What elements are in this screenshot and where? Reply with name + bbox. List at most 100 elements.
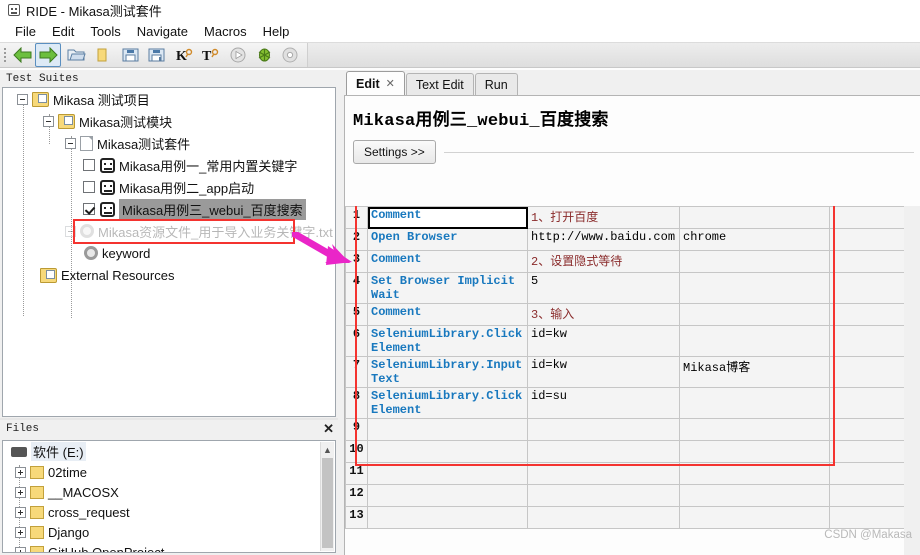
files-node-django[interactable]: Django xyxy=(3,522,335,542)
grid-cell[interactable] xyxy=(527,484,680,507)
grid-cell[interactable]: id=kw xyxy=(527,325,680,357)
grid-cell[interactable] xyxy=(679,387,830,419)
run-icon[interactable] xyxy=(225,43,251,67)
expander-plus-icon[interactable] xyxy=(15,526,26,538)
row-number[interactable]: 6 xyxy=(345,325,368,357)
tree-node-module[interactable]: Mikasa测试模块 xyxy=(3,110,335,132)
tree-node-testcase-2[interactable]: Mikasa用例二_app启动 xyxy=(3,176,335,198)
expander-plus-icon[interactable] xyxy=(15,546,26,552)
menu-item-help[interactable]: Help xyxy=(256,22,297,41)
grid-cell[interactable]: id=su xyxy=(527,387,680,419)
grid-cell[interactable] xyxy=(679,325,830,357)
tab-edit[interactable]: Edit ✕ xyxy=(346,71,405,95)
grid-cell[interactable]: Mikasa博客 xyxy=(679,356,830,388)
row-number[interactable]: 13 xyxy=(345,506,368,529)
row-number[interactable]: 12 xyxy=(345,484,368,507)
tab-text-edit[interactable]: Text Edit xyxy=(405,73,474,95)
forward-icon[interactable] xyxy=(35,43,61,67)
testcase-checkbox[interactable] xyxy=(83,181,95,193)
expander-minus-icon[interactable] xyxy=(43,115,54,127)
scroll-up-icon[interactable]: ▲ xyxy=(321,442,334,457)
row-number[interactable]: 10 xyxy=(345,440,368,463)
grid-cell[interactable]: Set Browser Implicit Wait xyxy=(367,272,528,304)
grid-cell[interactable] xyxy=(679,484,830,507)
table-row[interactable]: 4 Set Browser Implicit Wait 5 xyxy=(345,272,920,304)
menu-item-navigate[interactable]: Navigate xyxy=(130,22,195,41)
grid-cell[interactable] xyxy=(679,462,830,485)
grid-cell[interactable]: Comment xyxy=(367,303,528,326)
grid-cell[interactable]: id=kw xyxy=(527,356,680,388)
grid-cell[interactable] xyxy=(679,303,830,326)
tree-node-suite[interactable]: Mikasa测试套件 xyxy=(3,132,335,154)
keyword-grid[interactable]: 1 Comment 1、打开百度 2 Open Browser http://www.ba… xyxy=(345,206,920,555)
row-number[interactable]: 2 xyxy=(345,228,368,251)
grid-cell[interactable]: 1、打开百度 xyxy=(527,206,680,229)
files-vertical-scrollbar[interactable]: ▲ xyxy=(320,442,334,551)
toolbar-grip[interactable] xyxy=(2,46,9,64)
tree-node-external-resources[interactable]: External Resources xyxy=(3,264,335,286)
grid-cell[interactable] xyxy=(679,206,830,229)
save-icon[interactable] xyxy=(117,43,143,67)
grid-cell[interactable] xyxy=(679,250,830,273)
expander-plus-icon[interactable] xyxy=(15,466,26,478)
table-row[interactable]: 3 Comment 2、设置隐式等待 xyxy=(345,250,920,273)
expander-plus-icon[interactable] xyxy=(15,506,26,518)
table-row[interactable]: 1 Comment 1、打开百度 xyxy=(345,206,920,229)
grid-cell[interactable] xyxy=(527,440,680,463)
grid-cell[interactable] xyxy=(527,462,680,485)
test-suites-tree[interactable]: Mikasa 测试项目 Mikasa测试模块 Mikasa测试套件 Mikasa… xyxy=(2,87,336,417)
grid-cell[interactable] xyxy=(679,272,830,304)
search-keyword-icon[interactable]: K xyxy=(171,43,197,67)
grid-cell[interactable] xyxy=(367,440,528,463)
grid-cell[interactable] xyxy=(527,418,680,441)
settings-button[interactable]: Settings >> xyxy=(353,140,436,164)
tree-node-resource-file[interactable]: Mikasa资源文件_用于导入业务关键字.txt xyxy=(3,220,335,242)
grid-cell[interactable]: 5 xyxy=(527,272,680,304)
grid-cell[interactable] xyxy=(527,506,680,529)
close-icon[interactable]: ✕ xyxy=(386,77,395,90)
files-tree[interactable]: 软件 (E:) 02time __MACOSX cross_request Dj… xyxy=(2,440,336,553)
table-row[interactable]: 13 xyxy=(345,506,920,529)
files-node-02time[interactable]: 02time xyxy=(3,462,335,482)
row-number[interactable]: 1 xyxy=(345,206,368,229)
grid-cell[interactable] xyxy=(367,506,528,529)
row-number[interactable]: 9 xyxy=(345,418,368,441)
expander-plus-icon[interactable] xyxy=(15,486,26,498)
grid-cell[interactable]: Open Browser xyxy=(367,228,528,251)
grid-cell[interactable]: Comment xyxy=(367,250,528,273)
expander-minus-icon[interactable] xyxy=(17,93,28,105)
files-node-cross-request[interactable]: cross_request xyxy=(3,502,335,522)
menu-item-macros[interactable]: Macros xyxy=(197,22,254,41)
grid-cell[interactable]: chrome xyxy=(679,228,830,251)
table-row[interactable]: 10 xyxy=(345,440,920,463)
testcase-checkbox[interactable] xyxy=(83,159,95,171)
search-test-icon[interactable]: T xyxy=(197,43,223,67)
close-icon[interactable]: ✕ xyxy=(323,421,334,437)
menu-item-file[interactable]: File xyxy=(8,22,43,41)
grid-cell[interactable]: 3、输入 xyxy=(527,303,680,326)
stop-icon[interactable] xyxy=(277,43,303,67)
grid-cell[interactable]: SeleniumLibrary.Input Text xyxy=(367,356,528,388)
grid-cell[interactable] xyxy=(679,418,830,441)
grid-cell[interactable]: 2、设置隐式等待 xyxy=(527,250,680,273)
grid-cell[interactable]: Comment xyxy=(367,206,528,229)
row-number[interactable]: 4 xyxy=(345,272,368,304)
menu-item-tools[interactable]: Tools xyxy=(83,22,127,41)
tree-node-testcase-1[interactable]: Mikasa用例一_常用内置关键字 xyxy=(3,154,335,176)
table-row[interactable]: 2 Open Browser http://www.baidu.com chrome xyxy=(345,228,920,251)
row-number[interactable]: 3 xyxy=(345,250,368,273)
scrollbar-thumb[interactable] xyxy=(322,458,333,548)
row-number[interactable]: 7 xyxy=(345,356,368,388)
row-number[interactable]: 8 xyxy=(345,387,368,419)
back-icon[interactable] xyxy=(9,43,35,67)
table-row[interactable]: 12 xyxy=(345,484,920,507)
files-node-github[interactable]: GitHub OpenProject xyxy=(3,542,335,552)
expander-minus-icon[interactable] xyxy=(65,137,76,149)
grid-cell[interactable] xyxy=(367,462,528,485)
row-number[interactable]: 11 xyxy=(345,462,368,485)
grid-cell[interactable]: http://www.baidu.com xyxy=(527,228,680,251)
tree-node-testcase-3-selected[interactable]: Mikasa用例三_webui_百度搜索 xyxy=(3,198,335,220)
save-all-icon[interactable] xyxy=(143,43,169,67)
row-number[interactable]: 5 xyxy=(345,303,368,326)
debug-icon[interactable] xyxy=(251,43,277,67)
